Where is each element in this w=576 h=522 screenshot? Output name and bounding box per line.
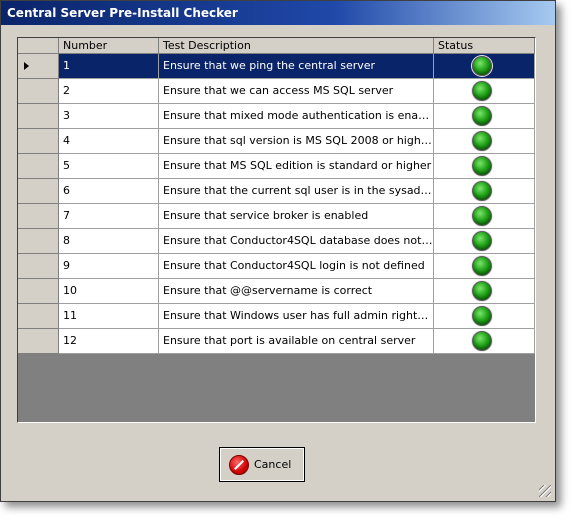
header-number[interactable]: Number [59, 38, 159, 54]
table-row[interactable]: 5 Ensure that MS SQL edition is standard … [18, 154, 535, 179]
status-ok-icon [472, 206, 492, 226]
cancel-icon [229, 455, 249, 475]
cell-number: 2 [59, 79, 159, 104]
cancel-button[interactable]: Cancel [219, 447, 305, 482]
cell-test-description: Ensure that service broker is enabled [159, 204, 434, 229]
cell-status [434, 54, 535, 79]
table-row[interactable]: 7 Ensure that service broker is enabled [18, 204, 535, 229]
row-selector[interactable] [18, 279, 59, 304]
table-row[interactable]: 4 Ensure that sql version is MS SQL 2008 … [18, 129, 535, 154]
status-ok-icon [472, 231, 492, 251]
row-selector[interactable] [18, 204, 59, 229]
row-selector[interactable] [18, 179, 59, 204]
header-row-selector [18, 38, 59, 54]
cell-test-description: Ensure that mixed mode authentication is… [159, 104, 434, 129]
cell-status [434, 104, 535, 129]
cell-number: 4 [59, 129, 159, 154]
cell-number: 6 [59, 179, 159, 204]
grid-header: Number Test Description Status [18, 38, 535, 54]
table-row[interactable]: 6 Ensure that the current sql user is in … [18, 179, 535, 204]
cell-status [434, 129, 535, 154]
row-selector[interactable] [18, 154, 59, 179]
status-ok-icon [472, 56, 492, 76]
table-row[interactable]: 8 Ensure that Conductor4SQL database does… [18, 229, 535, 254]
window-title: Central Server Pre-Install Checker [7, 6, 238, 20]
row-selector[interactable] [18, 79, 59, 104]
table-row[interactable]: 3 Ensure that mixed mode authentication i… [18, 104, 535, 129]
row-selector[interactable] [18, 229, 59, 254]
status-ok-icon [472, 281, 492, 301]
cell-number: 11 [59, 304, 159, 329]
cell-test-description: Ensure that Windows user has full admin … [159, 304, 434, 329]
status-ok-icon [472, 156, 492, 176]
cell-number: 12 [59, 329, 159, 354]
cell-test-description: Ensure that we ping the central server [159, 54, 434, 79]
resize-grip[interactable] [539, 485, 551, 497]
cell-number: 1 [59, 54, 159, 79]
cell-test-description: Ensure that Conductor4SQL login is not d… [159, 254, 434, 279]
row-selector[interactable] [18, 54, 59, 79]
row-selector[interactable] [18, 104, 59, 129]
row-selector[interactable] [18, 329, 59, 354]
row-selector[interactable] [18, 129, 59, 154]
cancel-button-label: Cancel [254, 458, 292, 471]
status-ok-icon [472, 81, 492, 101]
test-results-grid[interactable]: Number Test Description Status 1 Ensure t… [17, 37, 536, 423]
cell-status [434, 154, 535, 179]
cell-number: 5 [59, 154, 159, 179]
row-selector[interactable] [18, 254, 59, 279]
title-bar[interactable]: Central Server Pre-Install Checker [1, 1, 555, 25]
table-row[interactable]: 12 Ensure that port is available on centr… [18, 329, 535, 354]
cell-test-description: Ensure that @@servername is correct [159, 279, 434, 304]
pre-install-checker-window: Central Server Pre-Install Checker Numbe… [0, 0, 556, 502]
cell-test-description: Ensure that port is available on central… [159, 329, 434, 354]
cell-test-description: Ensure that we can access MS SQL server [159, 79, 434, 104]
cell-status [434, 204, 535, 229]
cell-test-description: Ensure that MS SQL edition is standard o… [159, 154, 434, 179]
status-ok-icon [472, 106, 492, 126]
table-row[interactable]: 9 Ensure that Conductor4SQL login is not … [18, 254, 535, 279]
cell-status [434, 254, 535, 279]
row-selector[interactable] [18, 304, 59, 329]
cell-number: 7 [59, 204, 159, 229]
table-row[interactable]: 11 Ensure that Windows user has full admi… [18, 304, 535, 329]
table-row[interactable]: 1 Ensure that we ping the central server [18, 54, 535, 79]
cell-test-description: Ensure that sql version is MS SQL 2008 o… [159, 129, 434, 154]
status-ok-icon [472, 306, 492, 326]
header-status[interactable]: Status [434, 38, 535, 54]
cell-status [434, 279, 535, 304]
cell-test-description: Ensure that Conductor4SQL database does … [159, 229, 434, 254]
status-ok-icon [472, 131, 492, 151]
current-row-arrow-icon [24, 62, 29, 70]
cell-number: 10 [59, 279, 159, 304]
cell-test-description: Ensure that the current sql user is in t… [159, 179, 434, 204]
cell-status [434, 179, 535, 204]
cell-status [434, 304, 535, 329]
status-ok-icon [472, 331, 492, 351]
cell-status [434, 79, 535, 104]
cell-number: 3 [59, 104, 159, 129]
cell-status [434, 229, 535, 254]
cell-number: 9 [59, 254, 159, 279]
table-row[interactable]: 10 Ensure that @@servername is correct [18, 279, 535, 304]
cell-number: 8 [59, 229, 159, 254]
status-ok-icon [472, 256, 492, 276]
cell-status [434, 329, 535, 354]
header-test-description[interactable]: Test Description [159, 38, 434, 54]
table-row[interactable]: 2 Ensure that we can access MS SQL server [18, 79, 535, 104]
status-ok-icon [472, 181, 492, 201]
